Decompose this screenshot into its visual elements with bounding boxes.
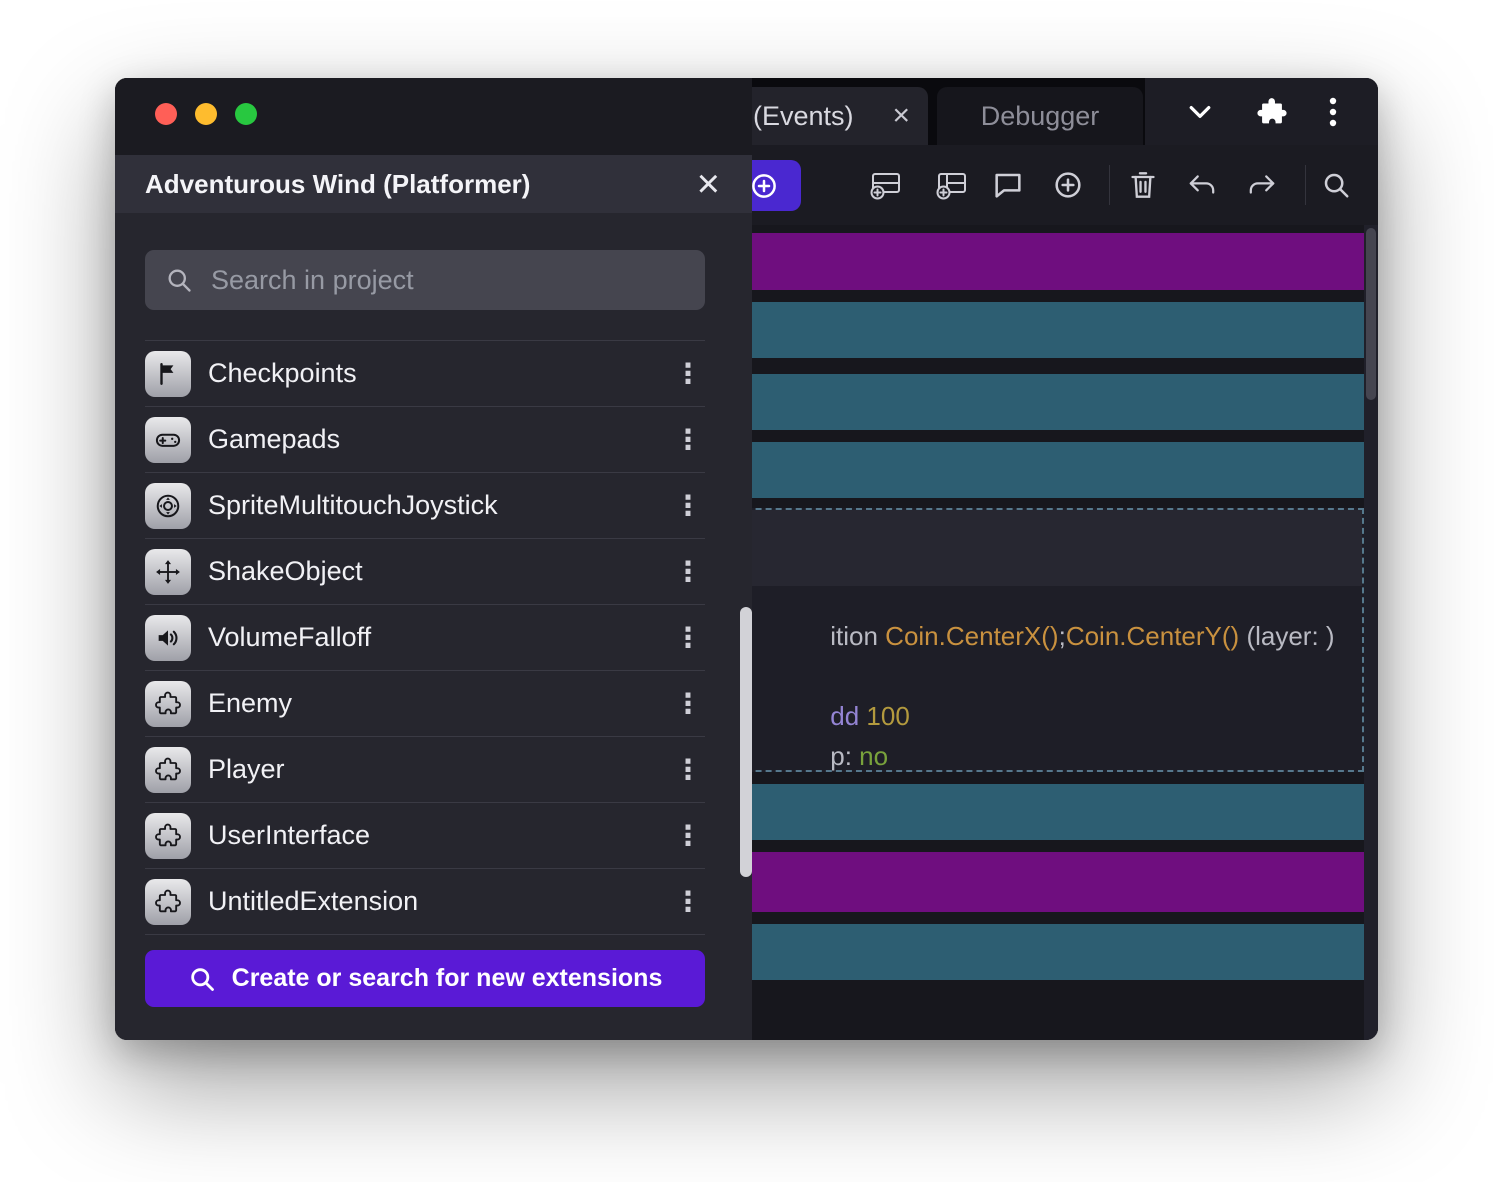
- puzzle-icon: [145, 681, 191, 727]
- kebab-menu-icon[interactable]: ⋮: [671, 489, 705, 522]
- create-extension-button[interactable]: Create or search for new extensions: [145, 950, 705, 1007]
- add-subevent-icon[interactable]: [864, 163, 908, 207]
- events-scrollbar-thumb[interactable]: [1366, 228, 1376, 400]
- list-item-shakeobject[interactable]: ShakeObject ⋮: [145, 539, 705, 605]
- volume-icon: [145, 615, 191, 661]
- list-item-player[interactable]: Player ⋮: [145, 737, 705, 803]
- kebab-menu-icon[interactable]: ⋮: [671, 357, 705, 390]
- kebab-menu-icon[interactable]: ⋮: [671, 885, 705, 918]
- kebab-menu-icon[interactable]: ⋮: [671, 753, 705, 786]
- events-scrollbar-track[interactable]: [1364, 225, 1378, 1040]
- tab-close-icon[interactable]: ×: [892, 101, 910, 131]
- tab-debugger[interactable]: Debugger: [937, 87, 1143, 145]
- chevron-down-icon[interactable]: [1185, 97, 1215, 127]
- code-text: ition: [830, 621, 885, 651]
- gamepad-icon: [145, 417, 191, 463]
- code-text: (layer: ): [1239, 621, 1334, 651]
- add-circle-icon[interactable]: [1046, 163, 1090, 207]
- extension-name: UntitledExtension: [208, 886, 654, 917]
- undo-icon[interactable]: [1180, 163, 1224, 207]
- zoom-window-button[interactable]: [235, 103, 257, 125]
- list-item-gamepads[interactable]: Gamepads ⋮: [145, 407, 705, 473]
- search-input[interactable]: [209, 264, 685, 297]
- drawer-header: Adventurous Wind (Platformer) ×: [115, 155, 752, 213]
- extension-name: Checkpoints: [208, 358, 654, 389]
- window-titlebar: [115, 78, 752, 155]
- create-extension-label: Create or search for new extensions: [232, 964, 663, 993]
- extension-list: Checkpoints ⋮ Gamepads ⋮ SpriteMultitouc…: [145, 340, 705, 935]
- extension-name: Player: [208, 754, 654, 785]
- kebab-menu-icon[interactable]: ⋮: [671, 621, 705, 654]
- list-item-enemy[interactable]: Enemy ⋮: [145, 671, 705, 737]
- add-other-event-icon[interactable]: [930, 163, 974, 207]
- list-item-volumefalloff[interactable]: VolumeFalloff ⋮: [145, 605, 705, 671]
- project-title: Adventurous Wind (Platformer): [145, 169, 530, 200]
- search-icon: [165, 266, 193, 294]
- close-window-button[interactable]: [155, 103, 177, 125]
- puzzle-icon: [145, 879, 191, 925]
- desktop-background: (Events) × Debugger: [0, 0, 1494, 1182]
- code-expression: Coin.CenterY(): [1066, 621, 1239, 651]
- project-search[interactable]: [145, 250, 705, 310]
- tab-debugger-label: Debugger: [981, 101, 1100, 132]
- list-item-spritemultitouchjoystick[interactable]: SpriteMultitouchJoystick ⋮: [145, 473, 705, 539]
- list-item-untitledextension[interactable]: UntitledExtension ⋮: [145, 869, 705, 935]
- kebab-menu-icon[interactable]: ⋮: [671, 423, 705, 456]
- code-text: p:: [830, 741, 859, 771]
- minimize-window-button[interactable]: [195, 103, 217, 125]
- joystick-icon: [145, 483, 191, 529]
- kebab-menu-icon[interactable]: ⋮: [671, 687, 705, 720]
- extension-name: Enemy: [208, 688, 654, 719]
- toolbar-divider: [1109, 165, 1110, 205]
- drawer-scrollbar-thumb[interactable]: [740, 607, 752, 877]
- more-menu-icon[interactable]: [1328, 95, 1338, 129]
- puzzle-icon: [145, 747, 191, 793]
- kebab-menu-icon[interactable]: ⋮: [671, 819, 705, 852]
- list-item-checkpoints[interactable]: Checkpoints ⋮: [145, 341, 705, 407]
- tabbar-actions: [1145, 78, 1378, 145]
- code-boolean: no: [859, 741, 888, 771]
- project-manager-drawer: Adventurous Wind (Platformer) × Checkpoi…: [115, 78, 752, 1040]
- extensions-puzzle-icon[interactable]: [1255, 95, 1289, 129]
- puzzle-icon: [145, 813, 191, 859]
- gdevelop-window: (Events) × Debugger: [115, 78, 1378, 1040]
- add-comment-icon[interactable]: [986, 163, 1030, 207]
- close-icon[interactable]: ×: [697, 164, 720, 204]
- extension-name: UserInterface: [208, 820, 654, 851]
- redo-icon[interactable]: [1240, 163, 1284, 207]
- delete-icon[interactable]: [1121, 163, 1165, 207]
- code-text: ;: [1059, 621, 1066, 651]
- extension-name: VolumeFalloff: [208, 622, 654, 653]
- flag-icon: [145, 351, 191, 397]
- extension-name: SpriteMultitouchJoystick: [208, 490, 654, 521]
- toolbar-divider: [1305, 165, 1306, 205]
- list-item-userinterface[interactable]: UserInterface ⋮: [145, 803, 705, 869]
- code-expression: Coin.CenterX(): [885, 621, 1058, 651]
- extension-name: Gamepads: [208, 424, 654, 455]
- search-icon[interactable]: [1314, 163, 1358, 207]
- search-icon: [188, 965, 216, 993]
- kebab-menu-icon[interactable]: ⋮: [671, 555, 705, 588]
- tab-events-label: (Events): [753, 101, 854, 132]
- extension-name: ShakeObject: [208, 556, 654, 587]
- move-arrows-icon: [145, 549, 191, 595]
